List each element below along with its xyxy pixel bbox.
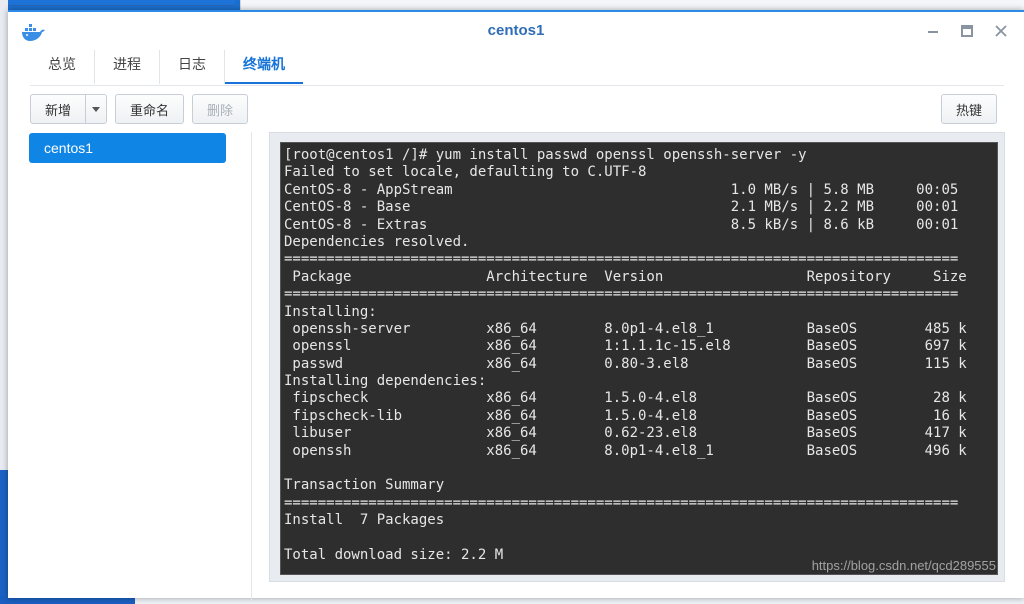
title-bar[interactable]: centos1 <box>8 12 1024 50</box>
container-window: centos1 总览 进程 日志 终端机 新增 重命名 删除 热键 centos… <box>8 10 1024 600</box>
background-window-edge-2 <box>240 0 1024 10</box>
terminal-line: CentOS-8 - Extras 8.5 kB/s | 8.6 kB 00:0… <box>284 216 959 233</box>
sidebar: centos1 <box>8 132 252 600</box>
toolbar: 新增 重命名 删除 <box>30 94 249 124</box>
tab-overview[interactable]: 总览 <box>30 50 95 84</box>
terminal-line: Installing: <box>284 303 377 320</box>
terminal-frame: [root@centos1 /]# yum install passwd ope… <box>269 132 1005 582</box>
tab-processes[interactable]: 进程 <box>95 50 160 84</box>
chevron-down-icon <box>92 106 101 112</box>
terminal-line: CentOS-8 - AppStream 1.0 MB/s | 5.8 MB 0… <box>284 181 959 198</box>
new-button[interactable]: 新增 <box>30 94 87 124</box>
terminal-line: ========================================… <box>284 494 959 511</box>
terminal-console[interactable]: [root@centos1 /]# yum install passwd ope… <box>280 142 998 575</box>
terminal-line: Dependencies resolved. <box>284 233 470 250</box>
new-button-group: 新增 <box>30 94 108 124</box>
terminal-line: Install 7 Packages <box>284 512 445 529</box>
terminal-line: fipscheck-lib x86_64 1.5.0-4.el8 BaseOS … <box>284 407 967 424</box>
watermark-text: https://blog.csdn.net/qcd289555 <box>811 558 996 573</box>
window-controls <box>922 20 1012 42</box>
rename-button[interactable]: 重命名 <box>115 94 185 124</box>
tab-logs[interactable]: 日志 <box>160 50 225 84</box>
delete-button[interactable]: 删除 <box>192 94 249 124</box>
terminal-line: libuser x86_64 0.62-23.el8 BaseOS 417 k <box>284 425 967 442</box>
desktop-bottom-right <box>135 598 1024 604</box>
new-dropdown-button[interactable] <box>86 94 108 124</box>
terminal-line: ========================================… <box>284 251 959 268</box>
terminal-line: openssl x86_64 1:1.1.1c-15.el8 BaseOS 69… <box>284 338 967 355</box>
terminal-line: Package Architecture Version Repository … <box>284 268 967 285</box>
terminal-line: ========================================… <box>284 286 959 303</box>
terminal-line: Failed to set locale, defaulting to C.UT… <box>284 164 647 181</box>
terminal-line: Installing dependencies: <box>284 373 487 390</box>
terminal-line: Transaction Summary <box>284 477 445 494</box>
window-title: centos1 <box>487 22 545 39</box>
terminal-line: fipscheck x86_64 1.5.0-4.el8 BaseOS 28 k <box>284 390 967 407</box>
hotkey-button[interactable]: 热键 <box>940 94 997 124</box>
terminal-line: openssh x86_64 8.0p1-4.el8_1 BaseOS 496 … <box>284 442 967 459</box>
sidebar-item-centos1[interactable]: centos1 <box>29 133 226 163</box>
tab-bar: 总览 进程 日志 终端机 <box>30 50 1004 86</box>
minimize-icon[interactable] <box>922 20 944 42</box>
background-window-edge <box>0 0 235 6</box>
terminal-line: [root@centos1 /]# yum install passwd ope… <box>284 147 807 163</box>
tab-terminal[interactable]: 终端机 <box>225 50 303 84</box>
maximize-icon[interactable] <box>956 20 978 42</box>
desktop-left-strip <box>0 0 8 604</box>
terminal-line: openssh-server x86_64 8.0p1-4.el8_1 Base… <box>284 320 967 337</box>
close-icon[interactable] <box>990 20 1012 42</box>
terminal-line: CentOS-8 - Base 2.1 MB/s | 2.2 MB 00:01 <box>284 199 959 216</box>
terminal-line: passwd x86_64 0.80-3.el8 BaseOS 115 k <box>284 355 967 372</box>
